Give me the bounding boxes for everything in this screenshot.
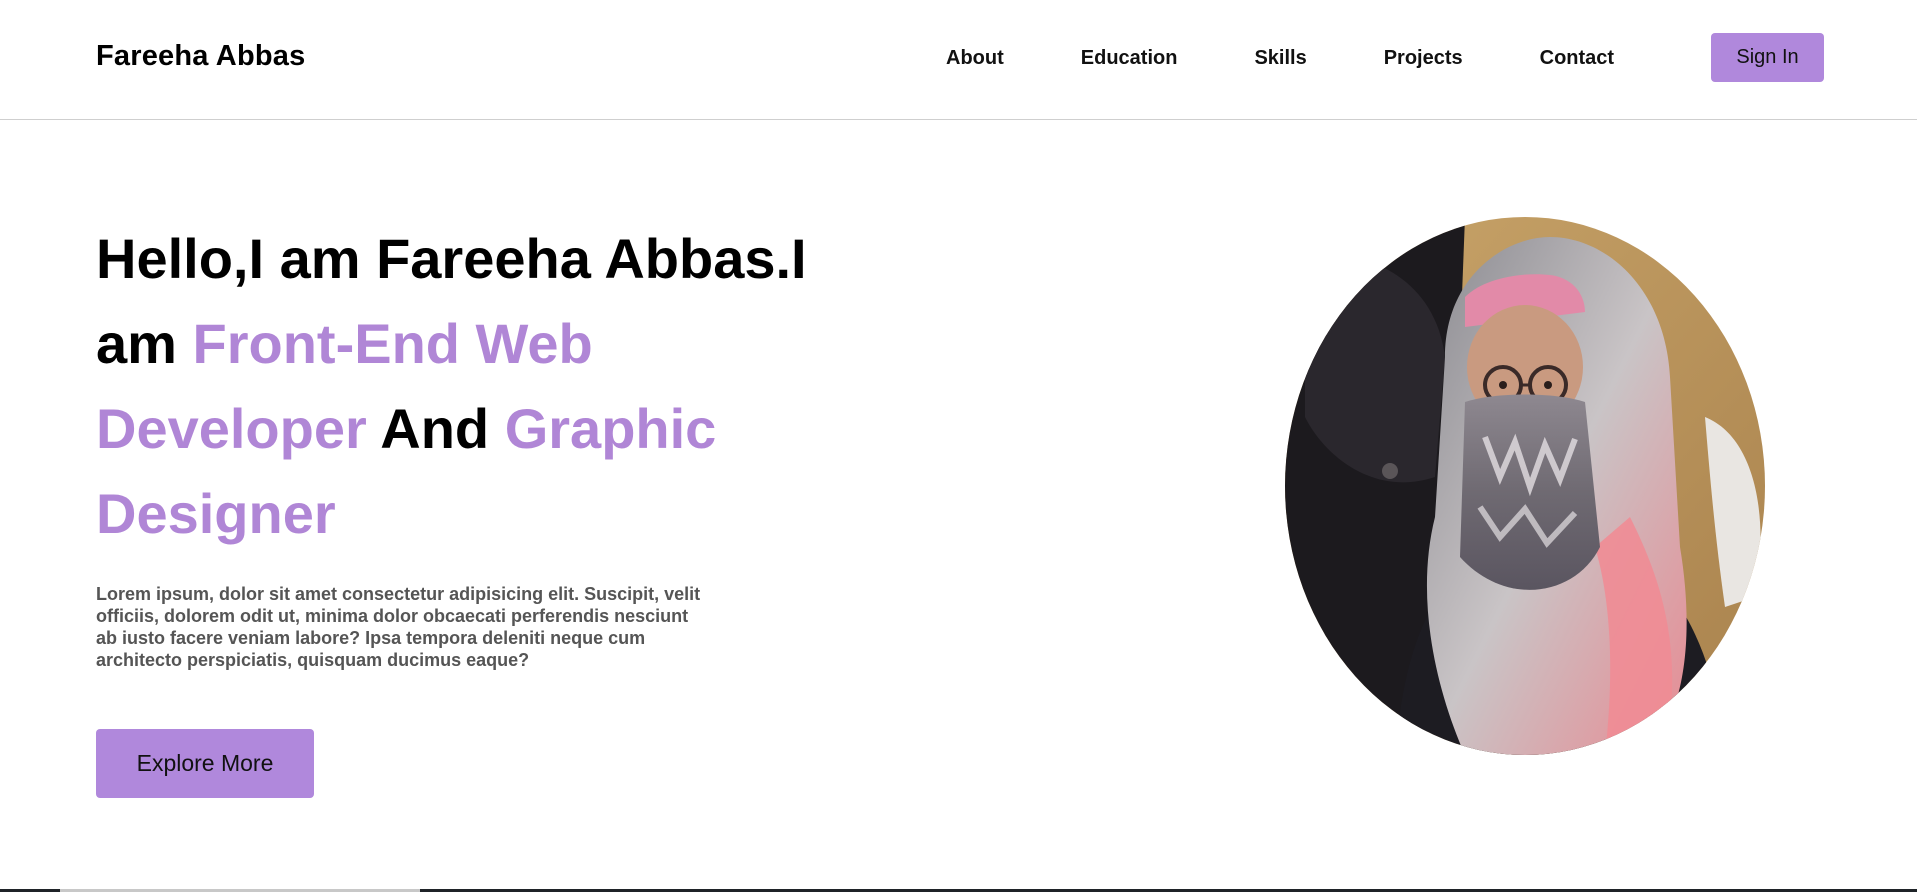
nav-link-about[interactable]: About bbox=[946, 47, 1004, 70]
nav-link-skills[interactable]: Skills bbox=[1254, 47, 1306, 70]
brand-logo[interactable]: Fareeha Abbas bbox=[96, 40, 305, 73]
explore-more-button[interactable]: Explore More bbox=[96, 729, 314, 798]
nav-link-projects[interactable]: Projects bbox=[1384, 47, 1463, 70]
nav-link-education[interactable]: Education bbox=[1081, 47, 1178, 70]
profile-photo bbox=[1285, 217, 1765, 755]
profile-photo-illustration bbox=[1285, 217, 1765, 755]
sign-in-button[interactable]: Sign In bbox=[1711, 33, 1824, 82]
hero-description: Lorem ipsum, dolor sit amet consectetur … bbox=[96, 584, 701, 670]
hero-title: Hello,I am Fareeha Abbas.I am Front-End … bbox=[96, 216, 876, 556]
hero-title-connector: And bbox=[366, 397, 505, 460]
navbar: Fareeha Abbas About Education Skills Pro… bbox=[0, 0, 1917, 120]
nav-links: About Education Skills Projects Contact bbox=[946, 47, 1614, 70]
nav-link-contact[interactable]: Contact bbox=[1540, 47, 1614, 70]
